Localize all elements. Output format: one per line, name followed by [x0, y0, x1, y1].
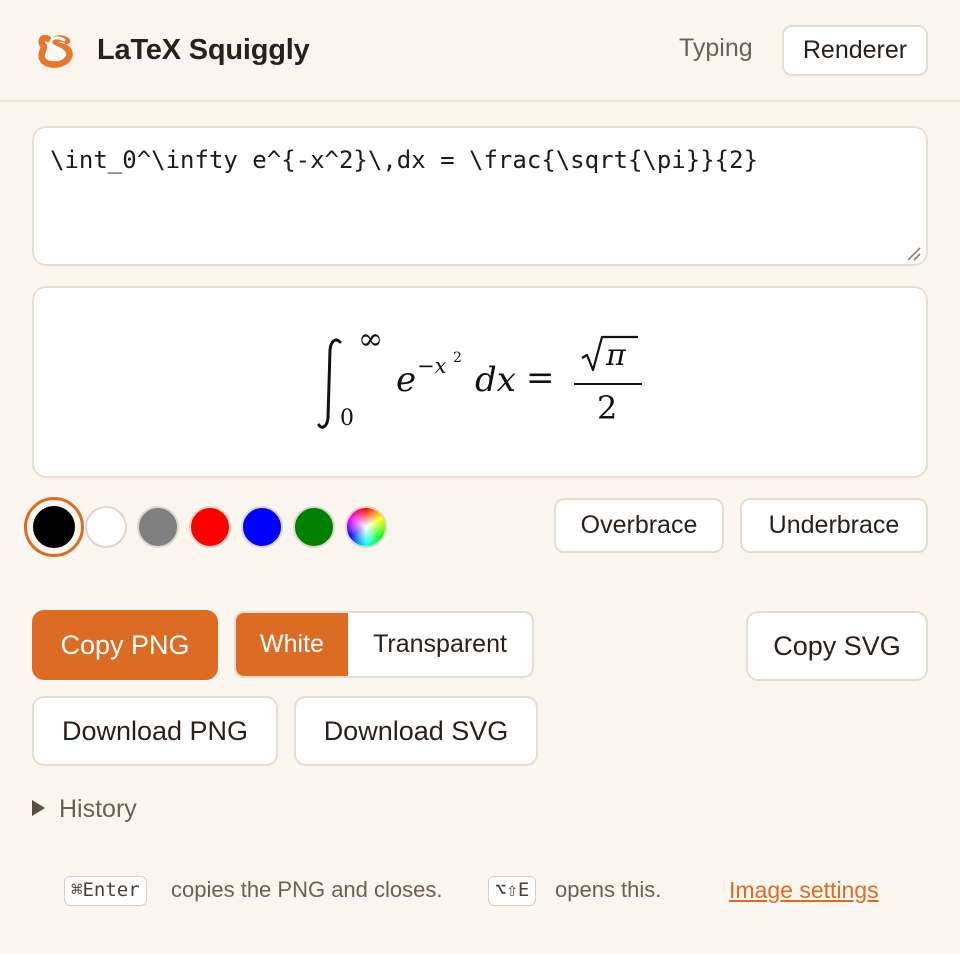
download-png-button[interactable]: Download PNG: [32, 696, 278, 766]
color-swatch-red[interactable]: [189, 506, 231, 548]
equals-sign: =: [526, 358, 555, 398]
render-preview: ∞ 0 e −x 2 dx = π 2: [32, 286, 928, 478]
color-swatch-green[interactable]: [293, 506, 335, 548]
squiggly-logo-icon: [38, 35, 73, 68]
history-toggle[interactable]: History: [32, 795, 137, 824]
shortcut-copy-key: ⌘Enter: [64, 876, 147, 906]
mode-renderer-tab[interactable]: Renderer: [782, 25, 928, 76]
color-swatch-blue[interactable]: [241, 506, 283, 548]
history-label: History: [59, 795, 137, 823]
fraction-numerator: π: [606, 338, 626, 373]
exponential-base: e: [396, 360, 417, 400]
disclosure-triangle-icon: [32, 800, 45, 816]
copy-svg-button[interactable]: Copy SVG: [746, 611, 928, 681]
integral-upper-limit: ∞: [358, 322, 383, 357]
background-transparent-option[interactable]: Transparent: [348, 613, 532, 676]
differential-term: dx: [475, 360, 516, 400]
latex-input[interactable]: \int_0^\infty e^{-x^2}\,dx = \frac{\sqrt…: [32, 126, 928, 266]
background-toggle: White Transparent: [234, 611, 534, 678]
app-header: LaTeX Squiggly Typing Renderer: [0, 0, 960, 102]
rendered-equation: ∞ 0 e −x 2 dx = π 2: [34, 288, 926, 476]
overbrace-button[interactable]: Overbrace: [554, 498, 724, 553]
exponent-power: 2: [453, 350, 462, 366]
color-picker-rainbow[interactable]: [345, 506, 387, 548]
mode-typing-tab[interactable]: Typing: [679, 34, 753, 63]
integral-lower-limit: 0: [340, 406, 354, 431]
download-svg-button[interactable]: Download SVG: [294, 696, 538, 766]
fraction-denominator: 2: [597, 389, 618, 427]
shortcut-open-key: ⌥⇧E: [488, 876, 537, 906]
copy-png-button[interactable]: Copy PNG: [32, 610, 218, 680]
exponent-term: −x: [417, 354, 447, 378]
resize-handle-icon[interactable]: [904, 244, 922, 262]
underbrace-button[interactable]: Underbrace: [740, 498, 928, 553]
shortcut-open-text: opens this.: [555, 877, 662, 902]
app-title: LaTeX Squiggly: [97, 34, 310, 66]
color-swatch-black[interactable]: [33, 506, 75, 548]
background-white-option[interactable]: White: [236, 613, 348, 676]
color-swatch-white[interactable]: [85, 506, 127, 548]
fraction-bar: [574, 383, 642, 385]
color-swatch-gray[interactable]: [137, 506, 179, 548]
image-settings-link[interactable]: Image settings: [729, 876, 879, 904]
shortcut-copy-text: copies the PNG and closes.: [171, 877, 443, 902]
